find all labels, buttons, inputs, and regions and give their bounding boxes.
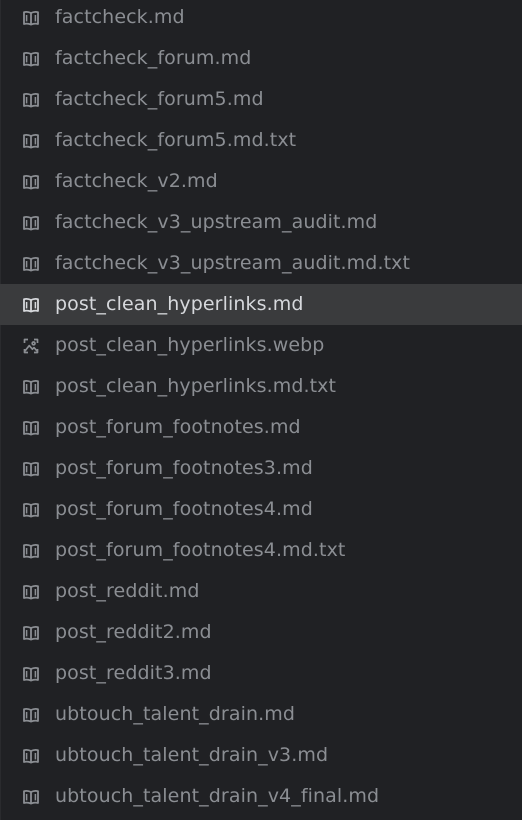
file-row[interactable]: factcheck_forum5.md: [0, 79, 522, 120]
book-icon: [22, 296, 40, 314]
book-icon: [22, 788, 40, 806]
book-icon: [22, 132, 40, 150]
book-icon: [22, 378, 40, 396]
file-explorer-panel: factcheck.md factcheck_forum.md factcheck_…: [0, 0, 522, 820]
file-name: post_forum_footnotes4.md: [55, 498, 313, 520]
file-name: factcheck_forum5.md: [55, 88, 264, 110]
book-icon: [22, 542, 40, 560]
file-name: factcheck_v2.md: [55, 170, 218, 192]
file-row[interactable]: ubtouch_talent_drain.md: [0, 694, 522, 735]
file-name: ubtouch_talent_drain_v4_final.md: [55, 785, 380, 807]
book-icon: [22, 747, 40, 765]
file-name: factcheck_v3_upstream_audit.md: [55, 211, 378, 233]
book-icon: [22, 501, 40, 519]
file-name: factcheck_forum5.md.txt: [55, 129, 297, 151]
book-icon: [22, 624, 40, 642]
file-row[interactable]: post_forum_footnotes3.md: [0, 448, 522, 489]
file-row[interactable]: post_clean_hyperlinks.webp: [0, 325, 522, 366]
file-name: post_forum_footnotes3.md: [55, 457, 313, 479]
file-name: post_forum_footnotes.md: [55, 416, 301, 438]
file-name: post_reddit3.md: [55, 662, 212, 684]
file-row[interactable]: post_reddit2.md: [0, 612, 522, 653]
file-name: post_forum_footnotes4.md.txt: [55, 539, 346, 561]
file-name: post_clean_hyperlinks.md: [55, 293, 304, 315]
file-name: post_reddit.md: [55, 580, 200, 602]
file-row[interactable]: post_forum_footnotes4.md.txt: [0, 530, 522, 571]
file-name: factcheck.md: [55, 6, 185, 28]
file-row[interactable]: factcheck_forum5.md.txt: [0, 120, 522, 161]
book-icon: [22, 255, 40, 273]
file-row[interactable]: post_clean_hyperlinks.md.txt: [0, 366, 522, 407]
file-name: post_reddit2.md: [55, 621, 212, 643]
file-row[interactable]: post_forum_footnotes.md: [0, 407, 522, 448]
file-row-selected[interactable]: post_clean_hyperlinks.md: [0, 284, 522, 325]
file-list: factcheck.md factcheck_forum.md factcheck_…: [0, 0, 522, 817]
book-icon: [22, 50, 40, 68]
file-name: ubtouch_talent_drain.md: [55, 703, 296, 725]
file-name: ubtouch_talent_drain_v3.md: [55, 744, 329, 766]
book-icon: [22, 460, 40, 478]
file-row[interactable]: factcheck_v2.md: [0, 161, 522, 202]
file-row[interactable]: post_reddit3.md: [0, 653, 522, 694]
book-icon: [22, 583, 40, 601]
book-icon: [22, 706, 40, 724]
file-name: post_clean_hyperlinks.webp: [55, 334, 325, 356]
file-row[interactable]: factcheck_v3_upstream_audit.md: [0, 202, 522, 243]
book-icon: [22, 665, 40, 683]
file-row[interactable]: ubtouch_talent_drain_v4_final.md: [0, 776, 522, 817]
file-name: factcheck_forum.md: [55, 47, 252, 69]
file-name: post_clean_hyperlinks.md.txt: [55, 375, 337, 397]
book-icon: [22, 91, 40, 109]
file-row[interactable]: factcheck_forum.md: [0, 38, 522, 79]
book-icon: [22, 214, 40, 232]
book-icon: [22, 9, 40, 27]
file-row[interactable]: post_reddit.md: [0, 571, 522, 612]
book-icon: [22, 173, 40, 191]
file-row[interactable]: ubtouch_talent_drain_v3.md: [0, 735, 522, 776]
file-row[interactable]: factcheck.md: [0, 0, 522, 38]
file-name: factcheck_v3_upstream_audit.md.txt: [55, 252, 411, 274]
file-row[interactable]: post_forum_footnotes4.md: [0, 489, 522, 530]
book-icon: [22, 419, 40, 437]
image-icon: [22, 337, 40, 355]
file-row[interactable]: factcheck_v3_upstream_audit.md.txt: [0, 243, 522, 284]
